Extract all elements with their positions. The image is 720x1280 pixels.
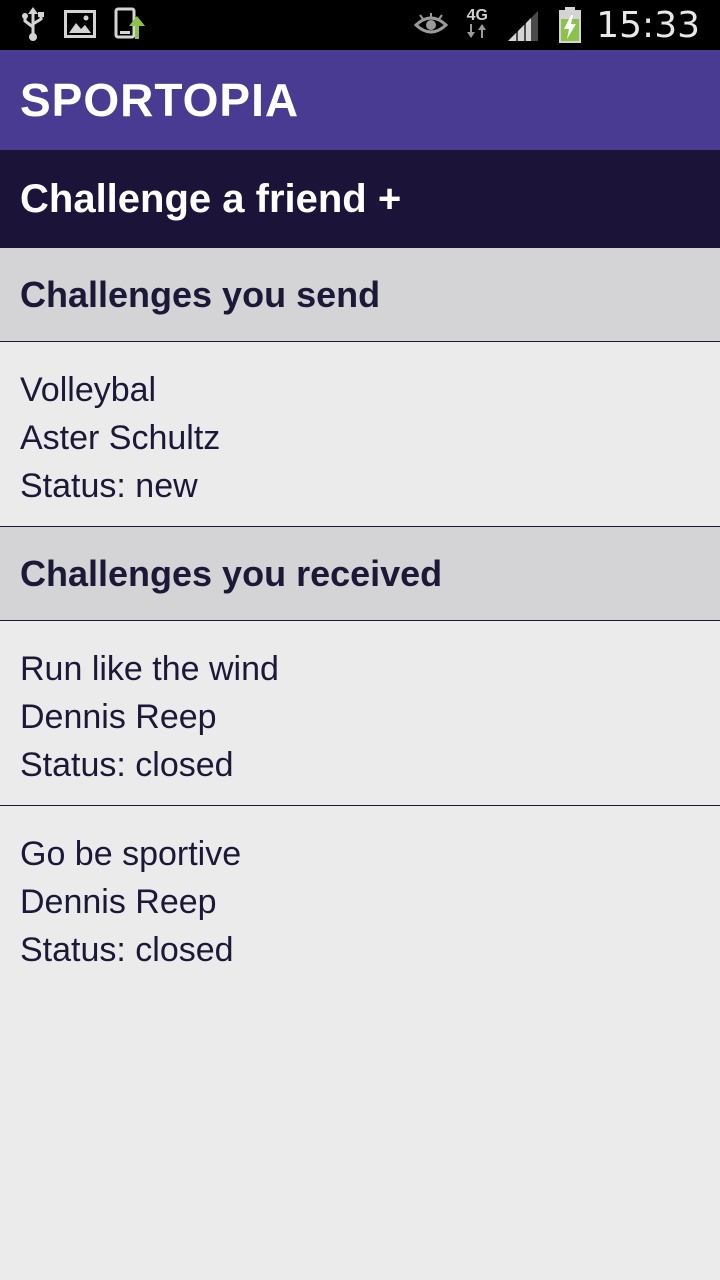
challenge-name: Run like the wind <box>20 650 279 688</box>
section-header-sent: Challenges you send <box>0 248 720 342</box>
usb-icon <box>20 6 46 46</box>
challenge-status: Status: closed <box>20 931 234 969</box>
challenge-status: Status: new <box>20 467 198 505</box>
image-icon <box>64 9 96 43</box>
app-bar: SPORTOPIA <box>0 50 720 150</box>
status-bar: 4G 15:33 <box>0 0 720 50</box>
status-time: 15:33 <box>596 4 700 46</box>
challenge-name: Go be sportive <box>20 835 242 873</box>
status-left-icons <box>20 6 148 46</box>
challenge-status: Status: closed <box>20 746 234 784</box>
status-right-icons: 4G 15:33 <box>414 0 700 50</box>
eye-icon <box>414 13 449 37</box>
challenge-list-item[interactable]: Volleybal Aster Schultz Status: new <box>0 342 720 527</box>
section-title: Challenges you received <box>20 552 443 594</box>
app-title: SPORTOPIA <box>20 74 300 126</box>
data-arrows-icon <box>466 23 488 43</box>
phone-upload-icon <box>114 7 148 46</box>
section-title: Challenges you send <box>20 273 381 315</box>
challenge-friend-label: Challenge a friend + <box>20 176 402 221</box>
challenge-person: Dennis Reep <box>20 883 217 921</box>
battery-charging-icon <box>558 7 582 43</box>
challenge-friend-button[interactable]: Challenge a friend + <box>0 150 720 248</box>
challenge-person: Aster Schultz <box>20 419 221 457</box>
section-header-received: Challenges you received <box>0 527 720 621</box>
challenge-person: Dennis Reep <box>20 698 217 736</box>
signal-icon <box>506 9 540 41</box>
challenge-name: Volleybal <box>20 371 157 409</box>
network-type-label: 4G <box>466 6 488 24</box>
challenge-list-item[interactable]: Go be sportive Dennis Reep Status: close… <box>0 806 720 991</box>
network-indicator: 4G <box>466 6 488 43</box>
challenge-list-item[interactable]: Run like the wind Dennis Reep Status: cl… <box>0 621 720 806</box>
